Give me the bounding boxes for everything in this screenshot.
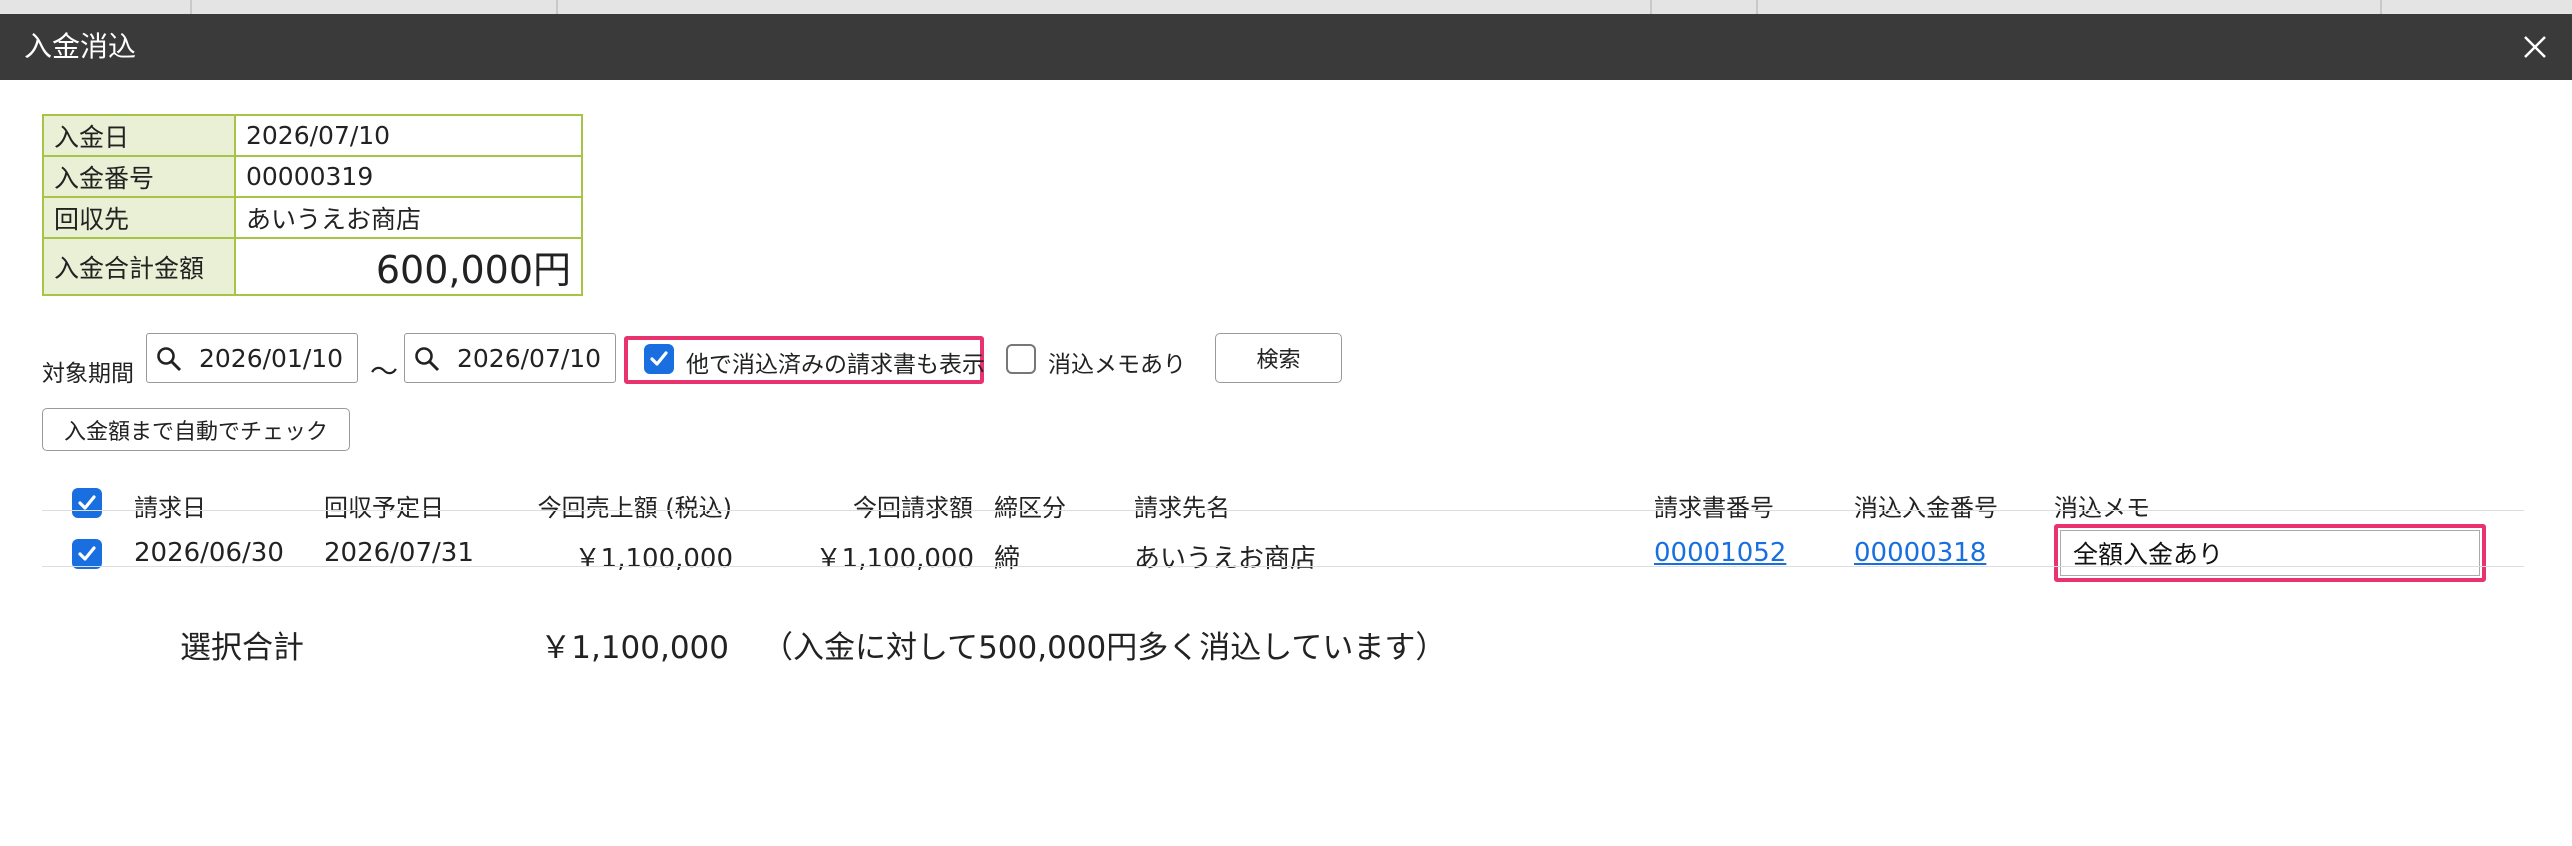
background-divider [1756, 0, 1758, 14]
payment-clearing-dialog: 入金消込 入金日 2026/07/10 入金番号 00000319 回収先 あい… [0, 14, 2572, 846]
cell-sales-amount: ￥1,100,000 [574, 544, 733, 574]
dialog-title: 入金消込 [24, 30, 137, 63]
background-divider [2380, 0, 2382, 14]
info-label: 入金日 [42, 114, 236, 157]
table-header-divider [42, 510, 2524, 511]
header-customer: 請求先名 [1134, 494, 1230, 522]
background-divider [556, 0, 558, 14]
info-value: 00000319 [234, 155, 583, 198]
select-all-checkbox[interactable] [72, 488, 102, 518]
memo-only-label: 消込メモあり [1048, 352, 1186, 378]
memo-only-checkbox[interactable] [1006, 344, 1036, 374]
header-closing-type: 締区分 [994, 494, 1066, 522]
invoice-number-link[interactable]: 00001052 [1654, 538, 1786, 568]
row-checkbox[interactable] [72, 539, 102, 569]
info-label: 入金合計金額 [42, 237, 236, 296]
cell-invoice-date: 2026/06/30 [134, 538, 284, 568]
close-button[interactable] [2512, 24, 2558, 70]
info-label: 入金番号 [42, 155, 236, 198]
header-billing-amount: 今回請求額 [853, 494, 973, 522]
cell-customer: あいうえお商店 [1134, 544, 1317, 574]
date-from-field[interactable] [146, 333, 358, 383]
table-row-divider [42, 566, 2524, 567]
info-label: 回収先 [42, 196, 236, 239]
info-row-collection-source: 回収先 あいうえお商店 [42, 196, 583, 239]
dialog-titlebar: 入金消込 [0, 14, 2572, 80]
cell-due-date: 2026/07/31 [324, 538, 474, 568]
date-from-input[interactable] [199, 342, 349, 374]
header-memo: 消込メモ [2054, 494, 2150, 522]
info-row-payment-number: 入金番号 00000319 [42, 155, 583, 198]
total-amount-value: 600,000円 [234, 237, 583, 296]
memo-input[interactable] [2060, 530, 2480, 576]
search-button[interactable]: 検索 [1215, 333, 1342, 383]
checkmark-icon [78, 546, 96, 561]
info-value: 2026/07/10 [234, 114, 583, 157]
background-divider [1650, 0, 1652, 14]
background-page-strip [0, 0, 2572, 14]
period-label: 対象期間 [42, 361, 134, 387]
header-invoice-date: 請求日 [134, 494, 206, 522]
payment-number-link[interactable]: 00000318 [1854, 538, 1986, 568]
checkmark-icon [650, 351, 668, 366]
payment-info-table: 入金日 2026/07/10 入金番号 00000319 回収先 あいうえお商店… [42, 114, 583, 296]
cell-closing-type: 締 [994, 544, 1021, 574]
close-icon [2524, 36, 2546, 58]
summary-note: （入金に対して500,000円多く消込しています） [762, 630, 1447, 666]
header-due-date: 回収予定日 [324, 494, 444, 522]
auto-check-button[interactable]: 入金額まで自動でチェック [42, 408, 350, 451]
summary-label: 選択合計 [180, 630, 304, 666]
header-payment-number: 消込入金番号 [1854, 494, 1998, 522]
info-value: あいうえお商店 [234, 196, 583, 239]
info-row-total-amount: 入金合計金額 600,000円 [42, 237, 583, 296]
show-cleared-checkbox[interactable] [644, 344, 674, 374]
search-icon [415, 347, 440, 372]
date-to-input[interactable] [457, 342, 607, 374]
search-icon [157, 347, 182, 372]
background-divider [190, 0, 192, 14]
date-to-field[interactable] [404, 333, 616, 383]
header-invoice-number: 請求書番号 [1654, 494, 1774, 522]
show-cleared-label: 他で消込済みの請求書も表示 [686, 352, 985, 378]
cell-billing-amount: ￥1,100,000 [815, 544, 974, 574]
summary-amount: ￥1,100,000 [540, 630, 729, 666]
info-row-payment-date: 入金日 2026/07/10 [42, 114, 583, 157]
date-range-separator: 〜 [370, 355, 399, 388]
header-sales-amount: 今回売上額 (税込) [537, 494, 732, 522]
